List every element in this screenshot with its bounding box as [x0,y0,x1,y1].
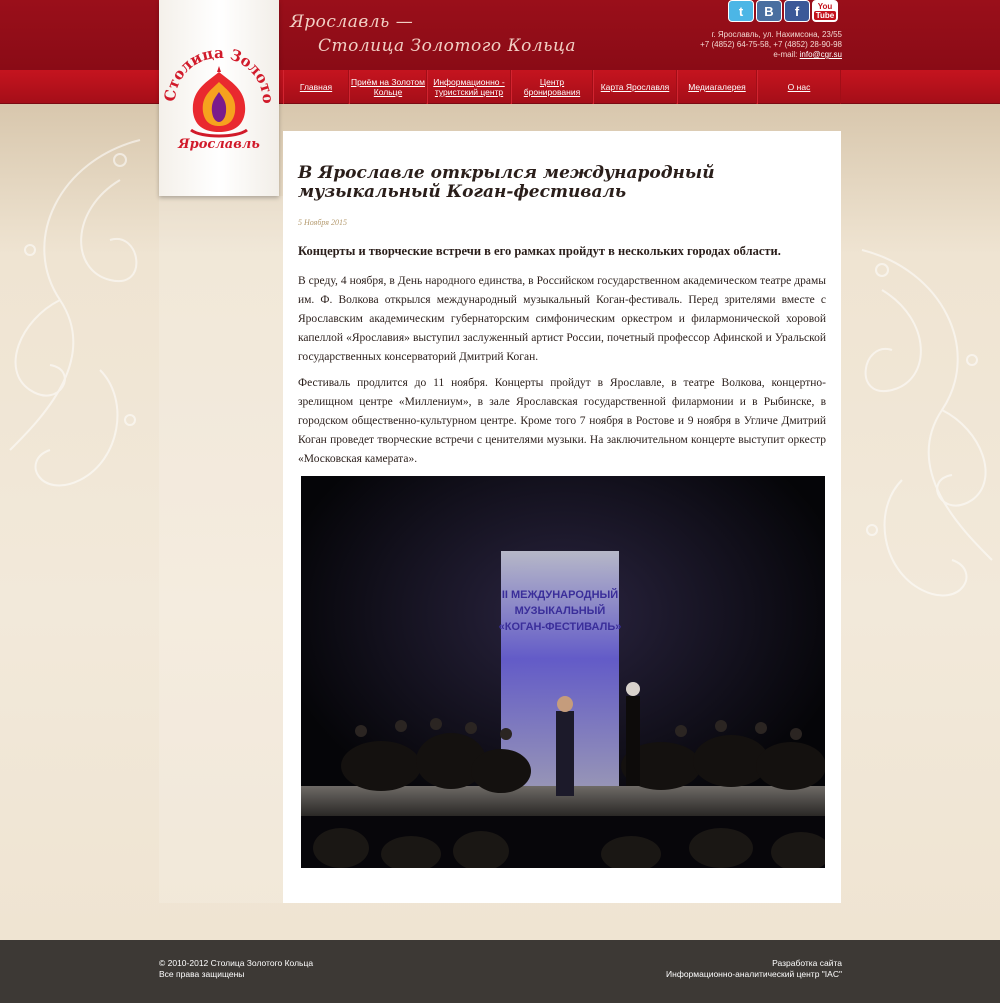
email-row: e-mail: info@cgr.su [700,50,842,60]
photo-banner-line-2: МУЗЫКАЛЬНЫЙ [515,604,606,617]
youtube-glyph-bottom: Tube [813,11,837,20]
article-photo[interactable]: II МЕЖДУНАРОДНЫЙ МУЗЫКАЛЬНЫЙ «КОГАН-ФЕСТ… [301,476,825,868]
nav-item-booking[interactable]: Центр бронирования [511,70,593,104]
logo-emblem-icon: Столица Золотого Кольца Ярославль [161,40,277,152]
nav-item-map[interactable]: Карта Ярославля [593,70,677,104]
address: г. Ярославль, ул. Нахимсона, 23/55 [711,30,842,39]
article-date: 5 Ноября 2015 [298,218,348,227]
site-slogan: Ярославль — Столица Золотого Кольца [290,10,576,58]
article-paragraph-1: В среду, 4 ноября, в День народного един… [298,275,826,363]
logo-text-bottom: Ярославль [177,137,260,152]
youtube-glyph-top: You [817,2,833,11]
footer-copyright: © 2010-2012 Столица Золотого Кольца [159,958,314,968]
footer-right: Разработка сайта Информационно-аналитиче… [666,958,842,980]
youtube-icon[interactable]: You Tube [812,0,838,22]
nav-item-home[interactable]: Главная [283,70,349,104]
nav-item-media[interactable]: Медиагалерея [677,70,757,104]
footer-left: © 2010-2012 Столица Золотого Кольца Все … [159,958,313,980]
photo-banner-line-1: II МЕЖДУНАРОДНЫЙ [502,588,618,601]
article-title: В Ярославле открылся международный музык… [298,163,715,202]
ornament-left-icon [9,139,141,487]
nav-item-reception[interactable]: Приём на Золотом Кольце [349,70,427,104]
footer-rights: Все права защищены [159,969,245,979]
article-paragraph-2: Фестиваль продлится до 11 ноября. Концер… [298,377,826,465]
photo-banner-line-3: «КОГАН-ФЕСТИВАЛЬ» [499,621,622,633]
article-panel: В Ярославле открылся международный музык… [283,131,841,903]
left-column-panel [159,196,283,903]
logo[interactable]: Столица Золотого Кольца Ярославль [159,0,279,196]
twitter-icon[interactable]: t [728,0,754,22]
ornament-right-icon [861,249,993,597]
nav-item-about[interactable]: О нас [757,70,841,104]
footer-dev-label: Разработка сайта [772,958,842,968]
article-lead: Концерты и творческие встречи в его рамк… [298,244,781,258]
main-nav: Главная Приём на Золотом Кольце Информац… [283,70,841,104]
slogan-line-2: Столица Золотого Кольца [318,36,576,56]
email-link[interactable]: info@cgr.su [800,50,842,59]
header-contacts: г. Ярославль, ул. Нахимсона, 23/55 +7 (4… [700,30,842,60]
footer-dev-link[interactable]: Информационно-аналитический центр "IAC" [666,969,842,979]
email-label: e-mail: [773,50,798,59]
phones: +7 (4852) 64-75-58, +7 (4852) 28-90-98 [700,40,842,49]
nav-item-tourist-center[interactable]: Информационно - туристский центр [427,70,511,104]
facebook-icon[interactable]: f [784,0,810,22]
social-links: t B f You Tube [728,0,838,22]
footer: © 2010-2012 Столица Золотого Кольца Все … [0,940,1000,1003]
slogan-line-1: Ярославль — [290,12,414,32]
vkontakte-icon[interactable]: B [756,0,782,22]
